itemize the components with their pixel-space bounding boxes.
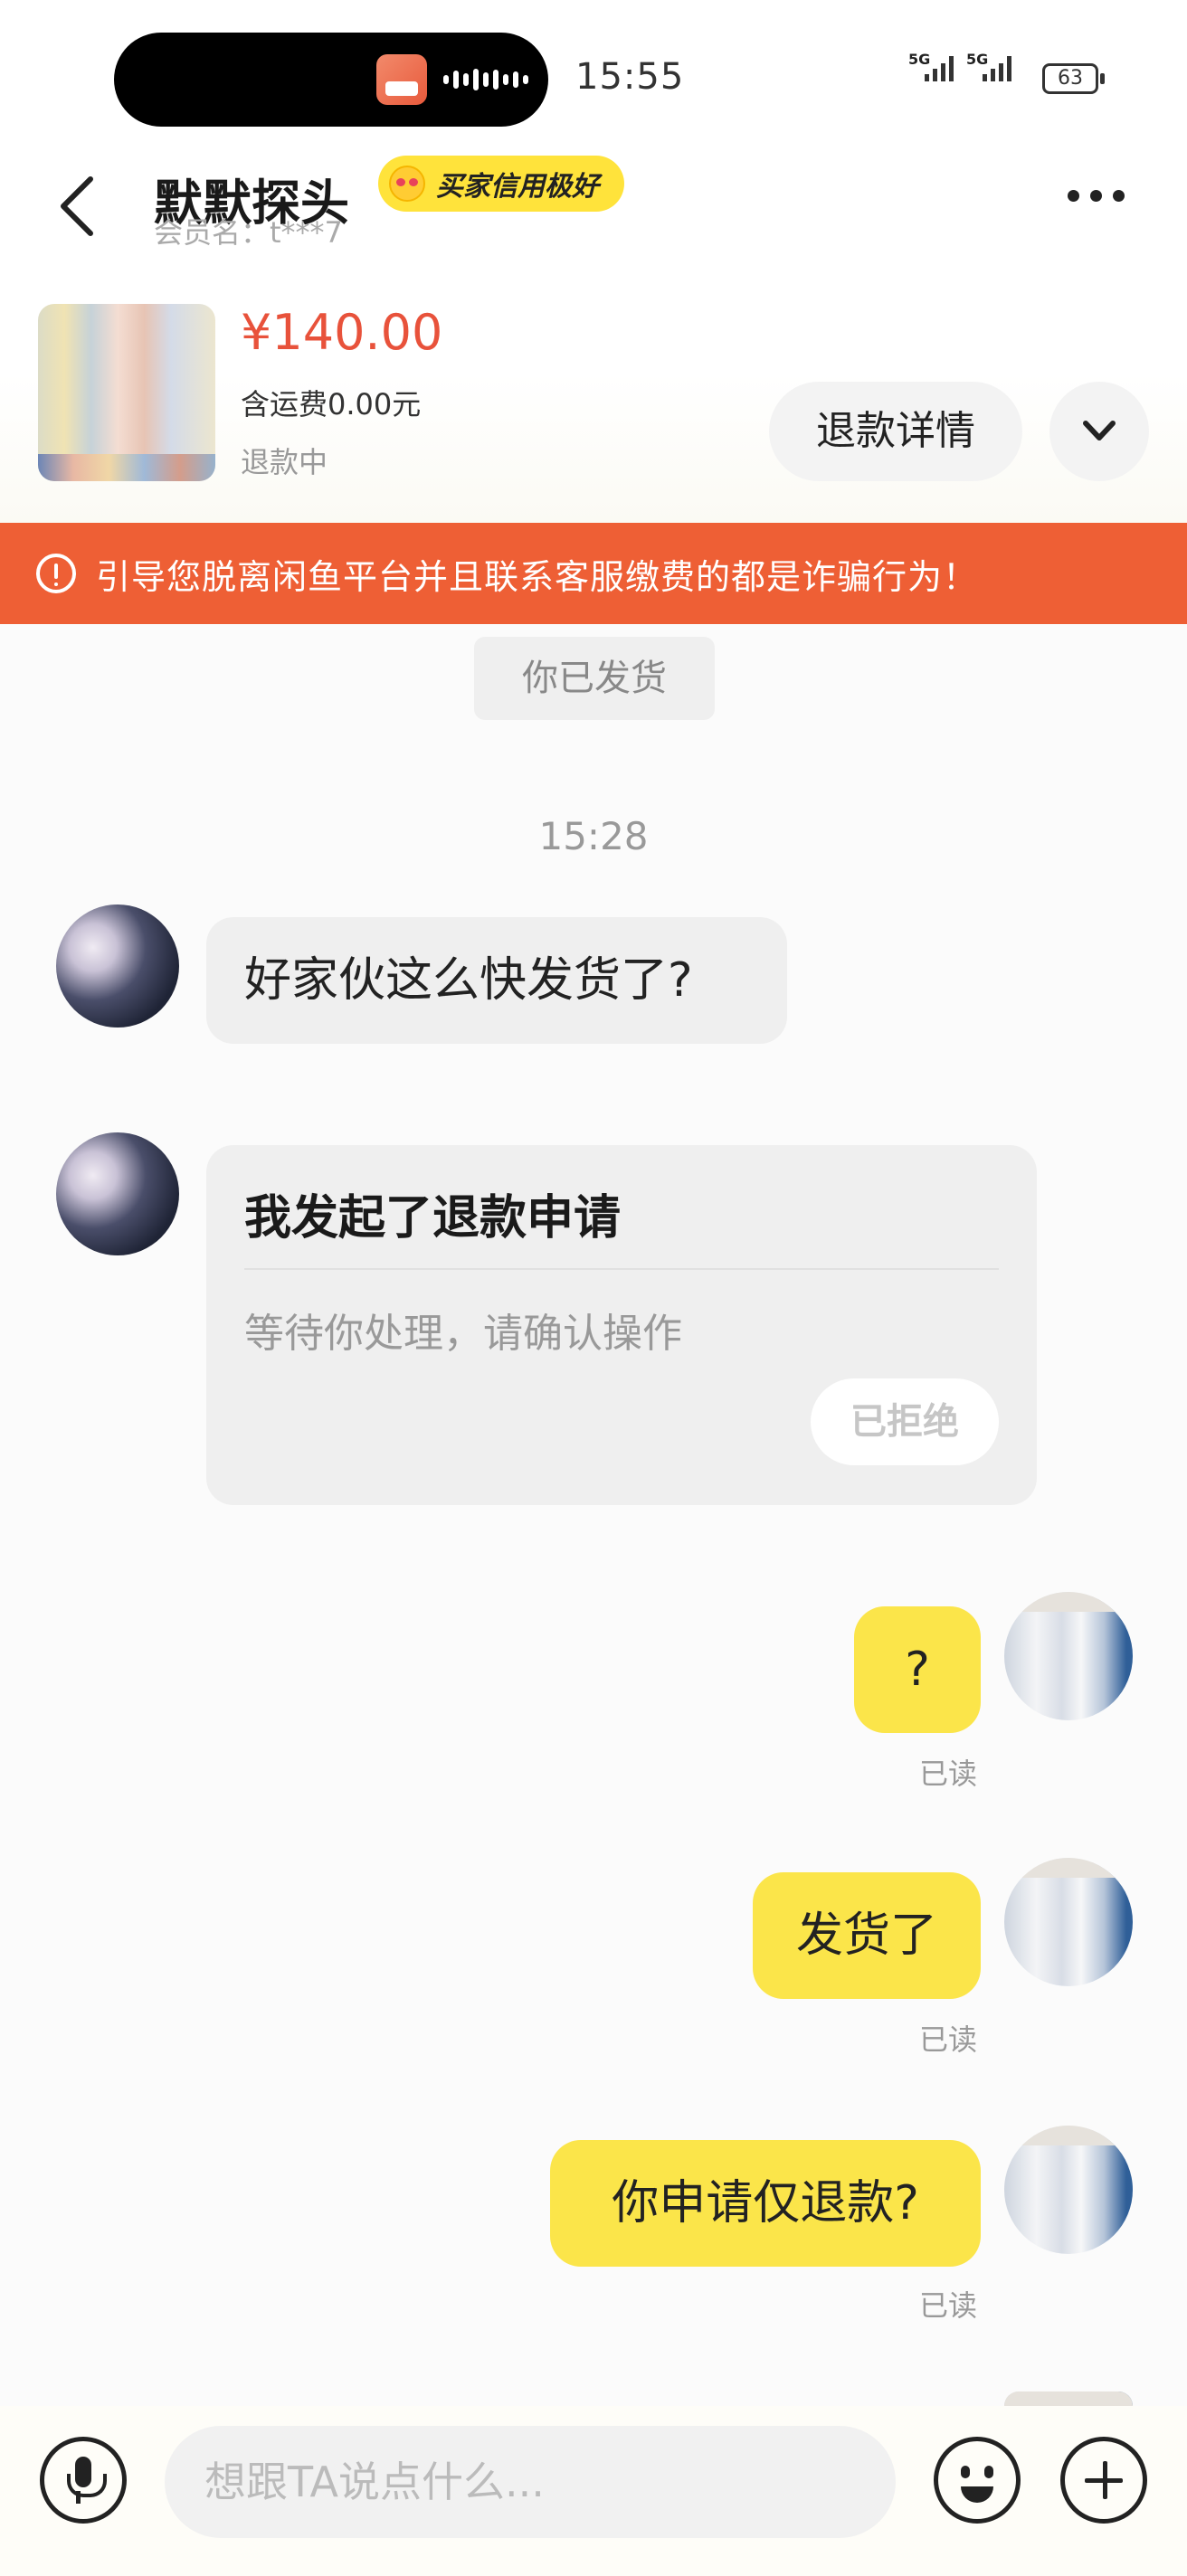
divider [244,1268,999,1270]
message-bubble-outgoing[interactable]: 发货了 [753,1872,981,1999]
more-icon[interactable] [1068,190,1140,217]
warning-text: 引导您脱离闲鱼平台并且联系客服缴费的都是诈骗行为！ [96,556,979,597]
status-bar: 15:55 5G 5G 63 [0,0,1187,145]
signal-icon: 5G [966,51,1011,81]
expand-button[interactable] [1049,382,1149,481]
dynamic-island [114,33,548,127]
refund-detail-button[interactable]: 退款详情 [769,382,1022,481]
signal-icon: 5G [908,51,954,81]
battery-icon: 63 [1042,63,1105,94]
system-message: 你已发货 [474,637,715,720]
seller-avatar[interactable] [1004,1858,1133,1986]
credit-badge[interactable]: 买家信用极好 [378,156,624,212]
product-image[interactable] [38,304,215,481]
message-bubble-incoming[interactable]: 好家伙这么快发货了? [206,917,787,1044]
fraud-warning-banner: 引导您脱离闲鱼平台并且联系客服缴费的都是诈骗行为！ [0,523,1187,624]
plus-icon[interactable] [1060,2437,1147,2524]
mic-stem [76,2491,81,2504]
input-bar [0,2406,1187,2576]
card-subtitle: 等待你处理，请确认操作 [244,1311,682,1357]
back-icon[interactable] [51,170,105,242]
buyer-avatar[interactable] [56,904,179,1028]
order-status: 退款中 [241,445,328,479]
warning-icon [36,554,76,593]
seller-avatar[interactable] [1004,1592,1133,1720]
card-title: 我发起了退款申请 [244,1191,622,1245]
signal-indicators: 5G 5G [908,51,1011,81]
read-status: 已读 [919,2288,978,2323]
message-timestamp: 15:28 [538,814,649,858]
chevron-down-icon [1083,421,1116,440]
message-bubble-outgoing[interactable]: 你申请仅退款? [550,2140,981,2267]
audio-wave-icon [443,67,528,92]
emoji-icon[interactable] [934,2437,1021,2524]
buyer-avatar[interactable] [56,1132,179,1255]
clock: 15:55 [575,56,685,98]
refund-request-card[interactable]: 我发起了退款申请 等待你处理，请确认操作 已拒绝 [206,1145,1037,1505]
message-bubble-outgoing[interactable]: ? [854,1606,981,1733]
seller-avatar[interactable] [1004,2126,1133,2254]
app-icon [376,54,427,105]
member-name: 会员名：t***7 [154,215,343,250]
read-status: 已读 [919,2022,978,2057]
seller-avatar [1004,2391,1133,2406]
mic-icon[interactable] [40,2437,127,2524]
product-price: ¥140.00 [241,304,443,361]
message-input[interactable] [165,2426,896,2538]
read-status: 已读 [919,1757,978,1791]
shipping-fee: 含运费0.00元 [241,387,422,421]
rejected-button[interactable]: 已拒绝 [811,1378,999,1465]
chat-header: 默默探头 买家信用极好 会员名：t***7 ¥140.00 含运费0.00元 退… [0,145,1187,525]
heart-eyes-icon [389,166,425,202]
